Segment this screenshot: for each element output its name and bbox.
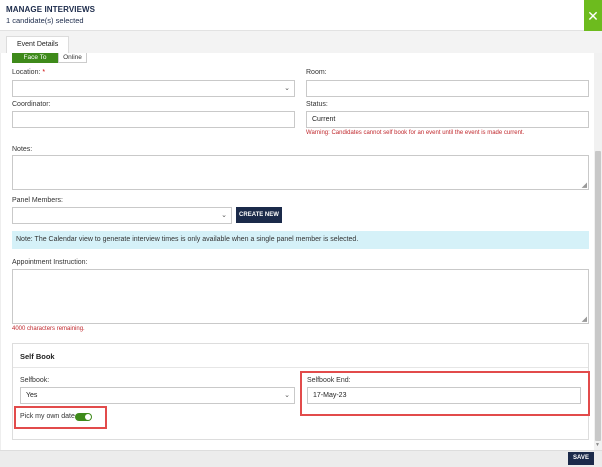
create-new-button[interactable]: CREATE NEW — [236, 207, 282, 223]
coordinator-input[interactable] — [12, 111, 295, 128]
room-input[interactable] — [306, 80, 589, 97]
dialog-footer: SAVE — [0, 450, 602, 467]
selfbook-end-date-input[interactable]: 17-May-23 — [307, 387, 581, 404]
required-marker: * — [42, 69, 46, 76]
selfbook-select[interactable]: Yes ⌄ — [20, 387, 295, 404]
status-input[interactable]: Current — [306, 111, 589, 128]
form-content: Face To Face Online Location: * ⌄ Room: … — [0, 53, 594, 450]
event-type-face-to-face[interactable]: Face To Face — [12, 53, 58, 71]
characters-remaining: 4000 characters remaining. — [12, 326, 85, 332]
coordinator-label: Coordinator: — [12, 101, 51, 108]
self-book-title: Self Book — [20, 352, 55, 361]
notes-textarea[interactable]: ◢ — [12, 155, 589, 190]
self-book-panel: Self Book Selfbook: Yes ⌄ Selfbook End: … — [12, 343, 590, 440]
close-button[interactable]: ✕ — [584, 0, 602, 31]
resize-grip-icon[interactable]: ◢ — [582, 316, 587, 323]
panel-members-select[interactable]: ⌄ — [12, 207, 232, 224]
status-label: Status: — [306, 101, 328, 108]
chevron-down-icon: ⌄ — [284, 392, 290, 399]
toggle-knob — [85, 414, 91, 420]
selfbook-end-label: Selfbook End: — [307, 377, 351, 384]
dialog-title: MANAGE INTERVIEWS — [6, 5, 96, 14]
self-book-header: Self Book — [13, 344, 588, 368]
save-button[interactable]: SAVE — [568, 452, 594, 465]
location-select[interactable]: ⌄ — [12, 80, 295, 97]
resize-grip-icon[interactable]: ◢ — [582, 182, 587, 189]
selfbook-label: Selfbook: — [20, 377, 50, 384]
event-type-online[interactable]: Online — [58, 53, 87, 63]
selection-count: 1 candidate(s) selected — [6, 16, 84, 25]
scroll-down-icon[interactable]: ▼ — [595, 442, 600, 448]
pick-own-date-label: Pick my own date — [20, 413, 75, 420]
scrollbar-thumb[interactable] — [595, 151, 601, 441]
room-label: Room: — [306, 69, 327, 76]
pick-own-date-toggle[interactable] — [75, 413, 92, 421]
chevron-down-icon: ⌄ — [284, 85, 290, 92]
tab-bar: Event Details — [0, 31, 602, 53]
status-warning: Warning: Candidates cannot self book for… — [306, 130, 525, 136]
tab-event-details[interactable]: Event Details — [6, 36, 70, 53]
dialog-header: MANAGE INTERVIEWS 1 candidate(s) selecte… — [0, 0, 602, 31]
vertical-scrollbar[interactable]: ▼ — [594, 53, 602, 450]
panel-members-label: Panel Members: — [12, 197, 63, 204]
close-icon: ✕ — [587, 7, 599, 24]
notes-label: Notes: — [12, 146, 33, 153]
chevron-down-icon: ⌄ — [221, 212, 227, 219]
appointment-instruction-textarea[interactable]: ◢ — [12, 269, 589, 324]
calendar-note: Note: The Calendar view to generate inte… — [12, 231, 589, 249]
location-label: Location: * — [12, 69, 46, 76]
appointment-instruction-label: Appointment Instruction: — [12, 259, 88, 266]
